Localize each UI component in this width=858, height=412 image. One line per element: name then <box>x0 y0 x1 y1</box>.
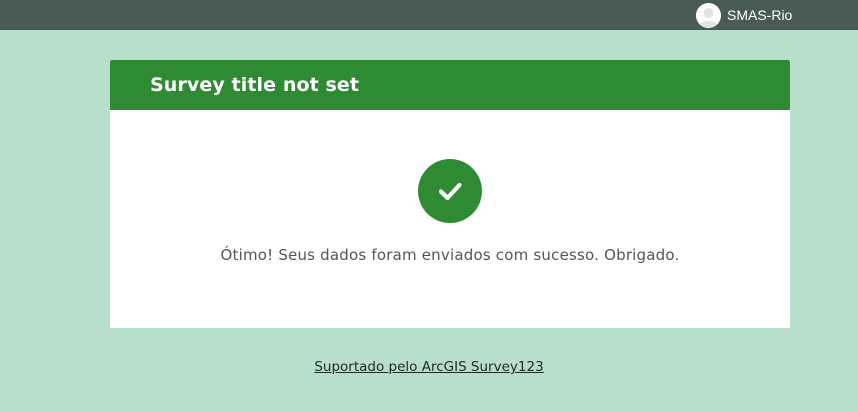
survey-card: Survey title not set Ótimo! Seus dados f… <box>110 60 790 328</box>
survey-header: Survey title not set <box>110 60 790 110</box>
user-menu[interactable]: SMAS-Rio <box>696 2 792 28</box>
check-circle-icon <box>418 159 482 223</box>
checkmark-icon <box>438 182 462 201</box>
user-name: SMAS-Rio <box>727 7 793 23</box>
footer: Suportado pelo ArcGIS Survey123 <box>0 359 858 375</box>
survey123-link[interactable]: Suportado pelo ArcGIS Survey123 <box>314 359 543 375</box>
user-avatar-icon <box>696 2 721 28</box>
top-bar: SMAS-Rio <box>0 0 858 30</box>
success-message: Ótimo! Seus dados foram enviados com suc… <box>220 246 680 264</box>
survey-title: Survey title not set <box>150 74 360 96</box>
